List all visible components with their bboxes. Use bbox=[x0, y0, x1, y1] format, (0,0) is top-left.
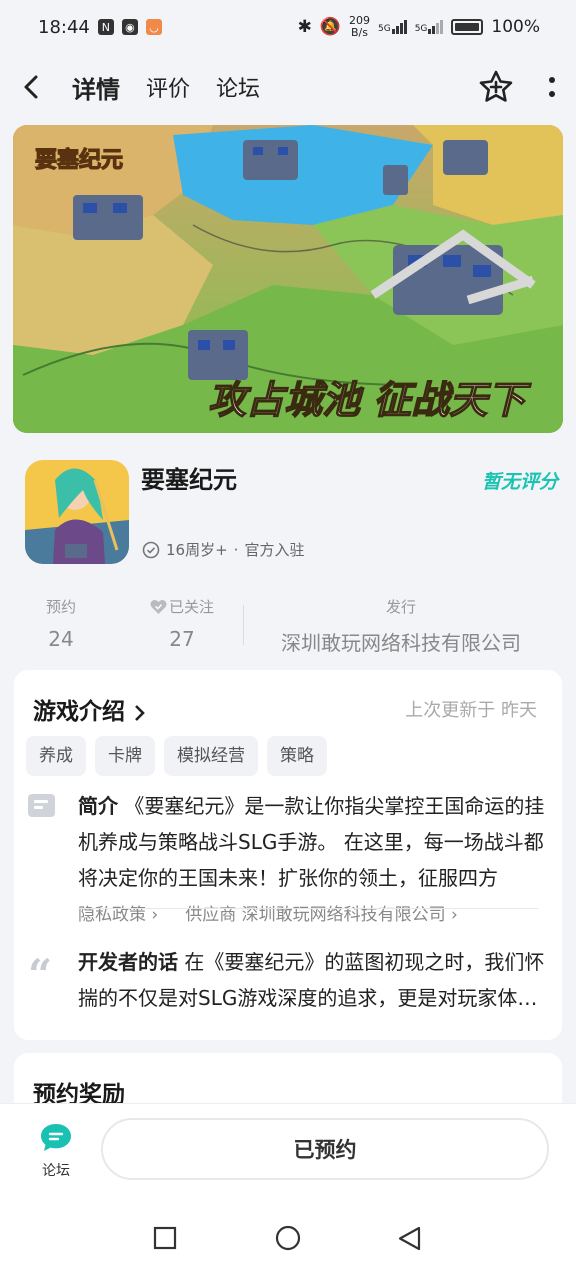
tag-item[interactable]: 卡牌 bbox=[95, 736, 155, 776]
bluetooth-icon: ✱ bbox=[297, 17, 312, 37]
alarm-icon: ◉ bbox=[121, 19, 138, 35]
battery-level: 100% bbox=[491, 17, 540, 37]
last-updated: 上次更新于 昨天 bbox=[405, 700, 537, 721]
tag-item[interactable]: 养成 bbox=[26, 736, 86, 776]
battery-icon bbox=[451, 19, 484, 35]
status-time: 18:44 bbox=[38, 16, 90, 38]
intro-title[interactable]: 游戏介绍 bbox=[33, 692, 147, 726]
reserved-button[interactable]: 已预约 bbox=[101, 1118, 549, 1180]
system-navigation-bar bbox=[0, 1203, 576, 1280]
game-banner[interactable]: 要塞纪元 攻占城池 征战天下 bbox=[13, 125, 563, 433]
rating-status: 暂无评分 bbox=[481, 471, 558, 493]
status-bar: 18:44 N ◉ ◡ ✱ 🔕 209 B/s 5G 5G 100% bbox=[0, 0, 576, 54]
signal-icon: 5G bbox=[378, 20, 407, 34]
banner-map-illustration: 要塞纪元 攻占城池 征战天下 bbox=[13, 125, 563, 433]
heart-check-icon bbox=[150, 599, 167, 614]
publisher-stat[interactable]: 发行 深圳敢玩网络科技有限公司 bbox=[256, 596, 546, 656]
description-text: 简介 《要塞纪元》是一款让你指尖掌控王国命运的挂机养成与策略战斗SLG手游。 在… bbox=[78, 794, 545, 890]
banner-logo: 要塞纪元 bbox=[35, 147, 123, 173]
forum-chat-icon bbox=[41, 1124, 71, 1151]
nfc-icon: N bbox=[97, 19, 114, 35]
tag-item[interactable]: 模拟经营 bbox=[164, 736, 258, 776]
forum-button[interactable]: 论坛 bbox=[36, 1122, 76, 1180]
tab-details[interactable]: 详情 bbox=[70, 70, 122, 105]
more-options-icon[interactable] bbox=[548, 75, 556, 99]
stats-row: 预约 24 已关注 27 发行 深圳敢玩网络科技有限公司 bbox=[0, 585, 576, 655]
back-icon bbox=[24, 75, 38, 99]
app-info: 要塞纪元 暂无评分 16周岁+ · 官方入驻 bbox=[0, 445, 576, 580]
tab-reviews[interactable]: 评价 bbox=[146, 71, 190, 103]
age-rating: 16周岁+ bbox=[166, 541, 228, 559]
tab-forum[interactable]: 论坛 bbox=[216, 71, 260, 103]
app-notification-icon: ◡ bbox=[145, 19, 162, 35]
chevron-right-icon bbox=[135, 704, 145, 721]
quote-icon: “ bbox=[28, 950, 53, 999]
back-nav-icon[interactable] bbox=[397, 1225, 423, 1253]
back-button[interactable] bbox=[20, 67, 60, 107]
recent-apps-icon[interactable] bbox=[152, 1225, 178, 1251]
verified-check-icon bbox=[142, 541, 160, 558]
official-badge: 官方入驻 bbox=[244, 541, 305, 559]
net-speed: 209 B/s bbox=[348, 14, 370, 39]
top-nav: 详情 评价 论坛 bbox=[0, 54, 576, 120]
follow-stat: 已关注 27 bbox=[150, 596, 214, 651]
favorite-star-icon[interactable] bbox=[478, 69, 514, 105]
game-intro-card: 游戏介绍 上次更新于 昨天 养成 卡牌 模拟经营 策略 简介 《要塞纪元》是一款… bbox=[14, 670, 562, 1040]
banner-slogan: 攻占城池 征战天下 bbox=[208, 378, 531, 422]
app-icon bbox=[25, 460, 129, 564]
bottom-action-bar: 论坛 已预约 bbox=[0, 1103, 576, 1203]
developer-note-text: 开发者的话 在《要塞纪元》的蓝图初现之时，我们怀揣的不仅是对SLG游戏深度的追求… bbox=[78, 950, 545, 1010]
reserve-stat: 预约 24 bbox=[46, 598, 77, 651]
tag-list: 养成 卡牌 模拟经营 策略 bbox=[26, 736, 327, 776]
stats-divider bbox=[243, 605, 244, 645]
divider bbox=[78, 908, 538, 909]
tag-item[interactable]: 策略 bbox=[267, 736, 327, 776]
app-meta: 16周岁+ · 官方入驻 bbox=[142, 539, 304, 560]
home-icon[interactable] bbox=[274, 1225, 302, 1253]
document-icon bbox=[28, 794, 55, 817]
mute-icon: 🔕 bbox=[319, 17, 341, 37]
policy-links: 隐私政策 › 供应商 深圳敢玩网络科技有限公司 › bbox=[78, 900, 458, 925]
app-name: 要塞纪元 bbox=[141, 466, 237, 494]
signal-icon-2: 5G bbox=[415, 20, 444, 34]
